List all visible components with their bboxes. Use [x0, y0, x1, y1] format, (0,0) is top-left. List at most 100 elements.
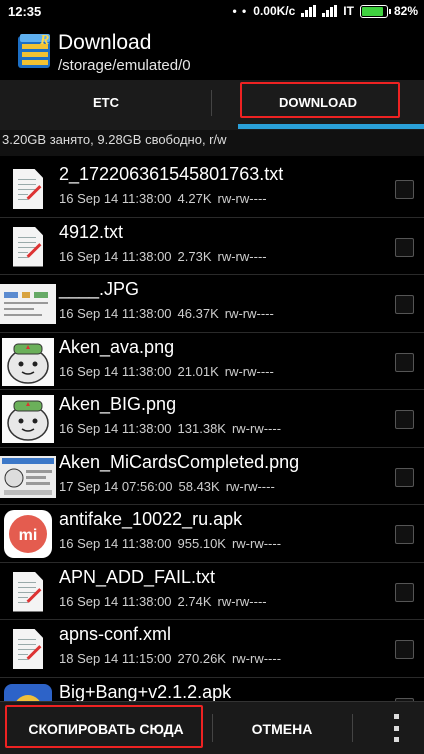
file-name: 2_172206361545801763.txt	[59, 164, 284, 184]
file-select-checkbox[interactable]	[395, 295, 414, 314]
file-meta: 16 Sep 14 11:38:00 131.38K rw-rw----	[59, 421, 287, 436]
file-date: 16 Sep 14 11:38:00	[59, 593, 172, 609]
file-name: Big+Bang+v2.1.2.apk	[59, 681, 232, 702]
notification-dots-icon: • •	[232, 4, 248, 18]
file-permissions: rw-rw----	[231, 651, 282, 666]
file-name: Aken_ava.png	[59, 336, 175, 357]
file-name: Aken_BIG.png	[59, 394, 177, 414]
file-permissions: rw-rw----	[231, 536, 282, 551]
file-meta: 16 Sep 14 11:38:00 46.37K rw-rw----	[59, 306, 280, 321]
file-permissions: rw-rw----	[224, 363, 274, 379]
file-size: 2.73K	[177, 248, 212, 264]
tab-etc[interactable]: ETC	[0, 80, 212, 124]
text-file-icon	[0, 567, 56, 617]
file-row[interactable]: apns-conf.xml 18 Sep 14 11:15:00 270.26K rw…	[0, 620, 424, 678]
page-title: Download	[58, 31, 152, 54]
file-meta: 17 Sep 14 07:56:00 58.43K rw-rw----	[59, 479, 281, 494]
status-time: 12:35	[8, 4, 42, 19]
file-permissions: rw-rw----	[224, 306, 274, 321]
app-bar: R Download /storage/emulated/0	[0, 24, 424, 80]
file-row[interactable]: Aken_MiCardsCompleted.png 17 Sep 14 07:56…	[0, 448, 424, 505]
file-select-checkbox[interactable]	[395, 582, 414, 602]
file-date: 16 Sep 14 11:38:00	[59, 248, 172, 264]
file-size: 21.01K	[177, 363, 219, 379]
file-row[interactable]: Aken_BIG.png 16 Sep 14 11:38:00 131.38K rw-…	[0, 390, 424, 448]
file-row[interactable]: APN_ADD_FAIL.txt 16 Sep 14 11:38:00 2.74K r…	[0, 563, 424, 620]
file-select-checkbox[interactable]	[395, 525, 414, 544]
file-size: 131.38K	[177, 421, 226, 436]
bottom-action-bar: СКОПИРОВАТЬ СЮДА ОТМЕНА	[0, 701, 424, 754]
file-date: 16 Sep 14 11:38:00	[59, 363, 172, 379]
file-meta: 16 Sep 14 11:38:00 2.74K rw-rw----	[59, 594, 273, 609]
file-meta: 18 Sep 14 11:15:00 270.26K rw-rw----	[59, 651, 287, 666]
svg-text:mi: mi	[19, 527, 38, 544]
file-select-checkbox[interactable]	[395, 467, 414, 487]
file-select-checkbox[interactable]	[395, 640, 414, 659]
file-meta: 16 Sep 14 11:38:00 4.27K rw-rw----	[59, 191, 273, 206]
image-thumb	[0, 279, 56, 329]
battery-percent: 82%	[393, 4, 418, 18]
tab-bar: ETC DOWNLOAD	[0, 80, 424, 130]
overflow-menu-icon[interactable]	[392, 714, 400, 742]
file-meta: 16 Sep 14 11:38:00 2.73K rw-rw----	[59, 249, 273, 264]
file-permissions: rw-rw----	[225, 478, 275, 494]
file-name: APN_ADD_FAIL.txt	[59, 566, 216, 587]
file-size: 270.26K	[177, 651, 226, 666]
file-size: 4.27K	[177, 191, 212, 206]
file-name: 4912.txt	[59, 221, 124, 242]
file-date: 16 Sep 14 11:38:00	[59, 536, 172, 551]
file-meta: 16 Sep 14 11:38:00 21.01K rw-rw----	[59, 364, 280, 379]
file-select-checkbox[interactable]	[395, 237, 414, 257]
file-size: 955.10K	[177, 536, 226, 551]
game-apk-icon	[0, 682, 56, 701]
file-list[interactable]: 2_172206361545801763.txt 16 Sep 14 11:38:…	[0, 160, 424, 701]
file-row[interactable]: Aken_ava.png 16 Sep 14 11:38:00 21.01K rw-r…	[0, 333, 424, 390]
file-date: 18 Sep 14 11:15:00	[59, 651, 172, 666]
file-date: 17 Sep 14 07:56:00	[59, 478, 173, 494]
file-row[interactable]: 4912.txt 16 Sep 14 11:38:00 2.73K rw-rw----	[0, 218, 424, 275]
text-file-icon	[0, 164, 56, 214]
file-row[interactable]: 2_172206361545801763.txt 16 Sep 14 11:38:…	[0, 160, 424, 218]
file-meta: 16 Sep 14 11:38:00 955.10K rw-rw----	[59, 536, 287, 551]
file-name: antifake_10022_ru.apk	[59, 509, 243, 529]
file-permissions: rw-rw----	[217, 248, 267, 264]
signal-icon	[301, 5, 317, 17]
file-date: 16 Sep 14 11:38:00	[59, 191, 172, 206]
file-size: 46.37K	[177, 306, 219, 321]
file-date: 16 Sep 14 11:38:00	[59, 306, 172, 321]
file-row[interactable]: Big+Bang+v2.1.2.apk	[0, 678, 424, 702]
file-size: 2.74K	[177, 593, 212, 609]
file-permissions: rw-rw----	[231, 421, 282, 436]
svg-text:R: R	[39, 33, 49, 48]
file-row[interactable]: ____.JPG 16 Sep 14 11:38:00 46.37K rw-rw---…	[0, 275, 424, 333]
network-speed: 0.00K/c	[253, 4, 296, 18]
file-name: Aken_MiCardsCompleted.png	[59, 451, 300, 472]
mascot-thumb	[0, 394, 56, 444]
screenshot-thumb	[0, 452, 56, 502]
tab-download-highlight	[240, 82, 400, 118]
file-size: 58.43K	[178, 478, 220, 494]
text-file-icon	[0, 222, 56, 272]
copy-here-highlight	[5, 705, 203, 748]
storage-info: 3.20GB занято, 9.28GB свободно, r/w	[0, 130, 424, 156]
battery-icon	[359, 4, 391, 18]
file-select-checkbox[interactable]	[395, 352, 414, 372]
file-date: 16 Sep 14 11:38:00	[59, 421, 172, 436]
cancel-button[interactable]: ОТМЕНА	[212, 702, 352, 754]
text-file-icon	[0, 624, 56, 674]
file-permissions: rw-rw----	[217, 593, 267, 609]
file-name: apns-conf.xml	[59, 624, 172, 644]
root-explorer-folder-icon[interactable]: R	[16, 30, 54, 70]
file-select-checkbox[interactable]	[395, 180, 414, 199]
active-tab-indicator	[238, 124, 424, 129]
file-permissions: rw-rw----	[217, 191, 267, 206]
mi-apk-icon: mi	[0, 509, 56, 559]
status-bar: 12:35 • • 0.00K/c IT 82%	[0, 0, 424, 24]
file-select-checkbox[interactable]	[395, 410, 414, 429]
carrier-label: IT	[343, 4, 354, 18]
mascot-thumb	[0, 337, 56, 387]
file-row[interactable]: mi antifake_10022_ru.apk 16 Sep 14 11:38:0…	[0, 505, 424, 563]
current-path: /storage/emulated/0	[58, 57, 191, 74]
file-name: ____.JPG	[59, 279, 140, 299]
signal-3g-icon	[322, 5, 338, 17]
